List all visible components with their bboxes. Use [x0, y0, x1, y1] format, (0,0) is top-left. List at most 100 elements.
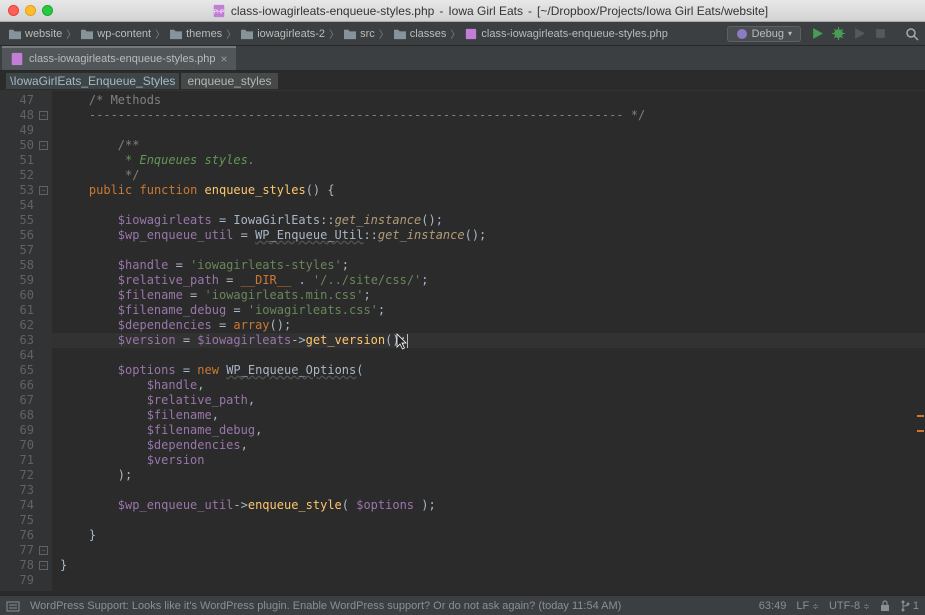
path-breadcrumbs: website 〉 wp-content 〉 themes 〉 iowagirleats-2…	[0, 22, 925, 46]
code-line[interactable]	[52, 573, 925, 588]
file-encoding[interactable]: UTF-8 ≑	[829, 600, 870, 612]
code-line[interactable]: $options = new WP_Enqueue_Options(	[52, 363, 925, 378]
code-line[interactable]: /**	[52, 138, 925, 153]
breadcrumb-method[interactable]: enqueue_styles	[181, 73, 277, 89]
status-bar: WordPress Support: Looks like it's WordP…	[0, 595, 925, 615]
fold-toggle-icon[interactable]: −	[39, 186, 48, 195]
line-separator[interactable]: LF ≑	[796, 600, 819, 612]
code-line[interactable]	[52, 543, 925, 558]
breadcrumb-segment[interactable]: themes	[167, 28, 224, 40]
folder-icon	[80, 28, 94, 40]
breadcrumb-segment[interactable]: iowagirleats-2	[238, 28, 327, 40]
debug-label: Debug	[752, 28, 784, 40]
breadcrumb-label: iowagirleats-2	[257, 28, 325, 40]
code-line[interactable]	[52, 483, 925, 498]
git-branch[interactable]: 1	[900, 600, 919, 612]
chevron-right-icon: 〉	[450, 26, 460, 41]
php-file-icon	[10, 52, 24, 66]
code-line[interactable]: $handle = 'iowagirleats-styles';	[52, 258, 925, 273]
breadcrumb-label: class-iowagirleats-enqueue-styles.php	[481, 28, 667, 40]
code-line[interactable]: */	[52, 168, 925, 183]
event-log-icon[interactable]	[6, 599, 20, 613]
code-line[interactable]: $filename_debug = 'iowagirleats.css';	[52, 303, 925, 318]
fold-toggle-icon[interactable]: −	[39, 111, 48, 120]
fold-toggle-icon[interactable]: −	[39, 141, 48, 150]
code-line[interactable]: $wp_enqueue_util->enqueue_style( $option…	[52, 498, 925, 513]
folder-icon	[343, 28, 357, 40]
code-line[interactable]	[52, 123, 925, 138]
cursor-position[interactable]: 63:49	[759, 600, 787, 612]
php-file-icon: PHP	[212, 4, 226, 18]
code-line[interactable]: * Enqueues styles.	[52, 153, 925, 168]
breadcrumb-segment[interactable]: src	[341, 28, 377, 40]
code-editor[interactable]: 4748−4950−515253−54555657585960616263646…	[0, 91, 925, 591]
tab-label: class-iowagirleats-enqueue-styles.php	[29, 53, 215, 65]
chevron-right-icon: 〉	[329, 26, 339, 41]
run-icon[interactable]	[811, 27, 824, 40]
search-icon[interactable]	[905, 27, 919, 41]
code-line[interactable]: $iowagirleats = IowaGirlEats::get_instan…	[52, 213, 925, 228]
code-line[interactable]: $filename,	[52, 408, 925, 423]
code-line[interactable]: $relative_path,	[52, 393, 925, 408]
code-area[interactable]: /* Methods -----------------------------…	[52, 91, 925, 591]
status-message[interactable]: WordPress Support: Looks like it's WordP…	[30, 600, 621, 612]
code-line[interactable]: public function enqueue_styles() {	[52, 183, 925, 198]
php-run-icon	[736, 28, 748, 40]
run-config-selector[interactable]: Debug ▾	[727, 26, 801, 42]
folder-icon	[240, 28, 254, 40]
traffic-lights	[8, 5, 53, 16]
folder-icon	[393, 28, 407, 40]
code-line[interactable]: $handle,	[52, 378, 925, 393]
close-icon[interactable]	[8, 5, 19, 16]
breadcrumb-segment[interactable]: classes	[391, 28, 449, 40]
code-line[interactable]: $relative_path = __DIR__ . '/../site/css…	[52, 273, 925, 288]
editor-tab[interactable]: class-iowagirleats-enqueue-styles.php ×	[2, 46, 236, 70]
fold-toggle-icon[interactable]: −	[39, 546, 48, 555]
structure-breadcrumb: \IowaGirlEats_Enqueue_Styles enqueue_sty…	[0, 71, 925, 91]
code-line[interactable]: ----------------------------------------…	[52, 108, 925, 123]
debug-icon[interactable]	[832, 27, 845, 40]
code-line[interactable]: /* Methods	[52, 93, 925, 108]
breadcrumb-class[interactable]: \IowaGirlEats_Enqueue_Styles	[6, 73, 179, 89]
breadcrumb-label: website	[25, 28, 62, 40]
fold-toggle-icon[interactable]: −	[39, 561, 48, 570]
code-line[interactable]: );	[52, 468, 925, 483]
git-branch-icon	[900, 600, 910, 612]
title-sep: -	[439, 4, 443, 18]
minimize-icon[interactable]	[25, 5, 36, 16]
code-line[interactable]: $filename = 'iowagirleats.min.css';	[52, 288, 925, 303]
breadcrumb-label: classes	[410, 28, 447, 40]
stop-icon	[874, 27, 887, 40]
code-line[interactable]	[52, 513, 925, 528]
code-line[interactable]: }	[52, 558, 925, 573]
php-file-icon	[464, 28, 478, 40]
title-project: Iowa Girl Eats	[448, 4, 523, 18]
folder-icon	[8, 28, 22, 40]
code-line[interactable]: $version = $iowagirleats->get_version();	[52, 333, 925, 348]
breadcrumb-segment[interactable]: website	[6, 28, 64, 40]
maximize-icon[interactable]	[42, 5, 53, 16]
breadcrumb-label: src	[360, 28, 375, 40]
chevron-right-icon: 〉	[155, 26, 165, 41]
code-line[interactable]: $filename_debug,	[52, 423, 925, 438]
title-sep2: -	[528, 4, 532, 18]
code-line[interactable]: $wp_enqueue_util = WP_Enqueue_Util::get_…	[52, 228, 925, 243]
breadcrumb-segment[interactable]: class-iowagirleats-enqueue-styles.php	[462, 28, 669, 40]
error-stripe[interactable]	[915, 95, 925, 595]
close-icon[interactable]: ×	[220, 52, 227, 66]
svg-text:PHP: PHP	[213, 9, 224, 15]
lock-icon[interactable]	[880, 600, 890, 612]
code-line[interactable]: }	[52, 528, 925, 543]
code-line[interactable]	[52, 243, 925, 258]
breadcrumb-segment[interactable]: wp-content	[78, 28, 153, 40]
title-filename: class-iowagirleats-enqueue-styles.php	[231, 4, 434, 18]
code-line[interactable]	[52, 348, 925, 363]
breadcrumb-label: wp-content	[97, 28, 151, 40]
code-line[interactable]: $version	[52, 453, 925, 468]
folder-icon	[169, 28, 183, 40]
line-gutter[interactable]: 4748−4950−515253−54555657585960616263646…	[0, 91, 52, 591]
code-line[interactable]	[52, 198, 925, 213]
code-line[interactable]: $dependencies,	[52, 438, 925, 453]
breadcrumb-label: themes	[186, 28, 222, 40]
code-line[interactable]: $dependencies = array();	[52, 318, 925, 333]
